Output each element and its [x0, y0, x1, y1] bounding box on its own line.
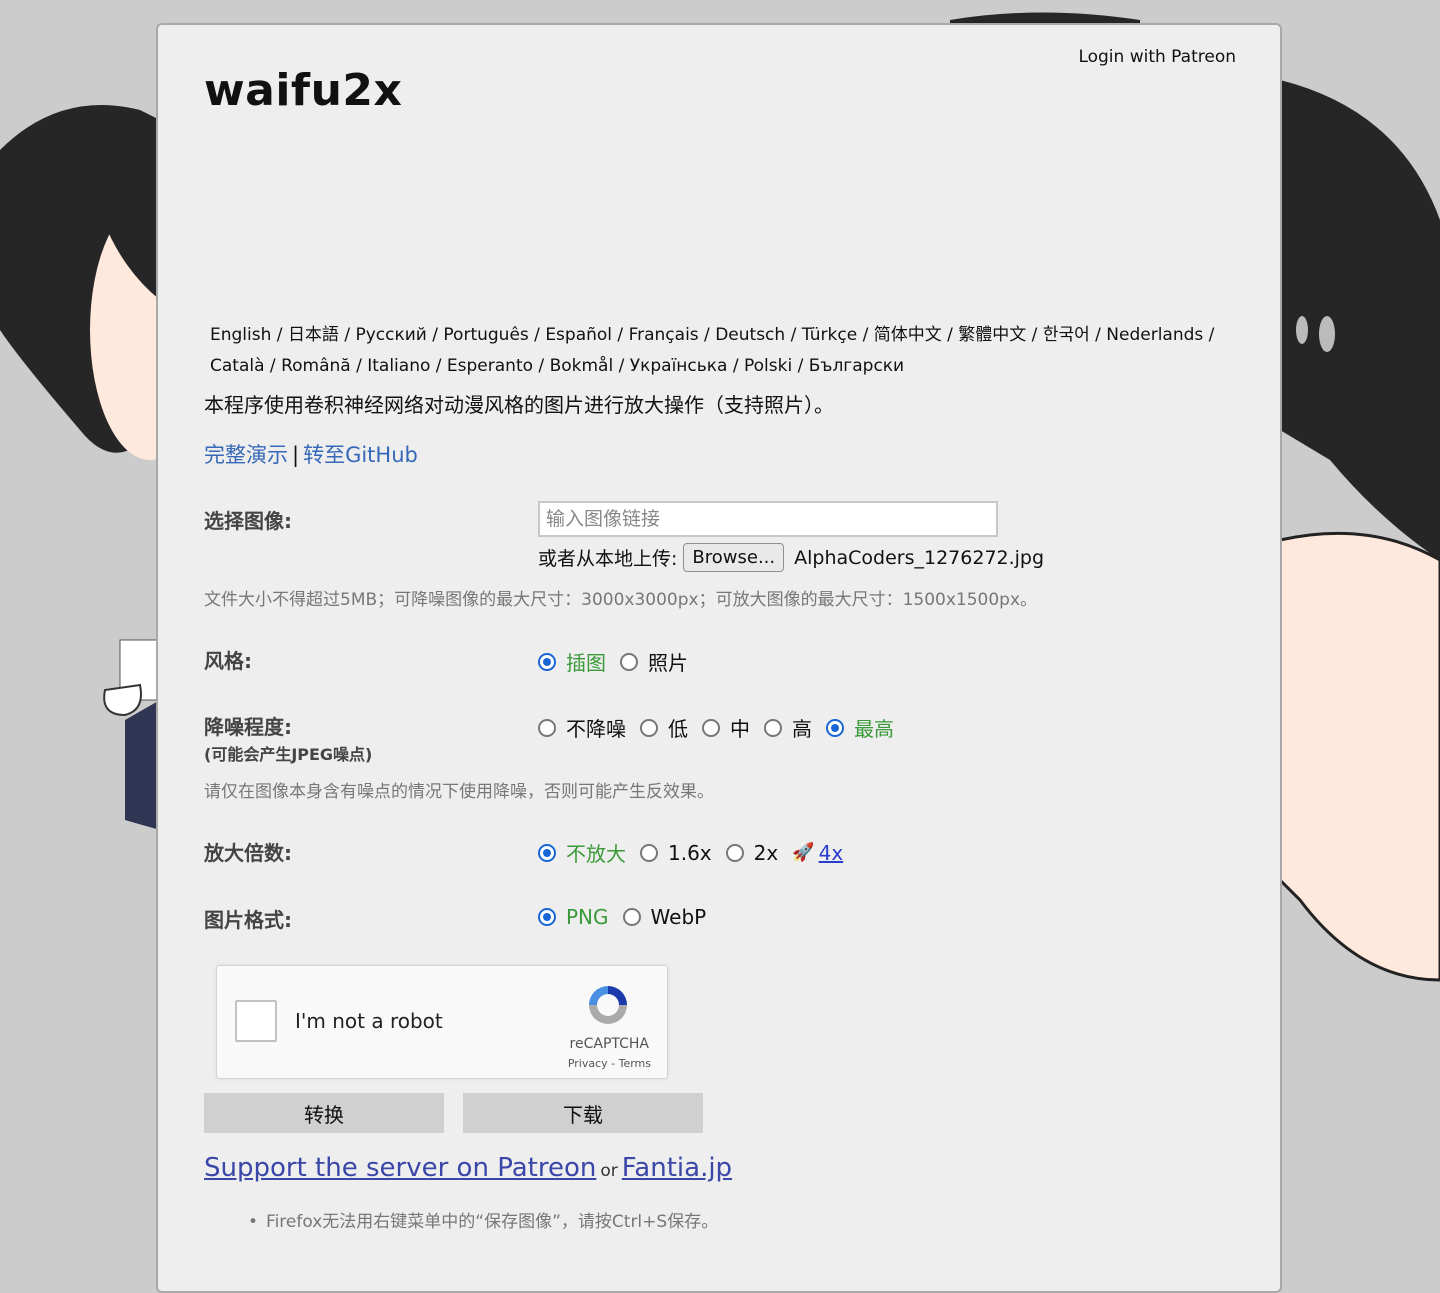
language-link[interactable]: Polski — [744, 356, 792, 376]
scale-label: 放大倍数: — [204, 841, 292, 865]
language-link[interactable]: Български — [809, 356, 904, 376]
noise-option-medium[interactable]: 中 — [702, 713, 750, 742]
language-link[interactable]: Türkçe — [802, 325, 857, 345]
radio-button[interactable] — [640, 843, 658, 862]
language-link[interactable]: 日本語 — [288, 325, 339, 345]
login-patreon-link[interactable]: Login with Patreon — [1078, 47, 1236, 67]
noise-option-high[interactable]: 高 — [764, 713, 812, 742]
language-link[interactable]: Deutsch — [715, 325, 785, 345]
noise-option-highest[interactable]: 最高 — [826, 713, 894, 742]
language-link[interactable]: Русский — [355, 325, 426, 345]
language-link[interactable]: 繁體中文 — [958, 325, 1026, 345]
image-url-input[interactable] — [538, 501, 998, 537]
radio-button[interactable] — [640, 718, 658, 737]
language-link[interactable]: Català — [210, 356, 265, 376]
format-options: PNG WebP — [538, 905, 720, 929]
language-link[interactable]: Nederlands — [1106, 325, 1203, 345]
format-option-png[interactable]: PNG — [538, 905, 609, 929]
browse-button[interactable]: Browse... — [683, 543, 785, 572]
scale-option-1-6x[interactable]: 1.6x — [640, 841, 712, 865]
scale-option-2x[interactable]: 2x — [725, 841, 778, 865]
language-link[interactable]: Esperanto — [447, 356, 533, 376]
language-link[interactable]: English — [210, 325, 271, 345]
format-option-webp[interactable]: WebP — [622, 905, 706, 929]
radio-button[interactable] — [622, 908, 641, 926]
recaptcha-brand: reCAPTCHA — [569, 1036, 649, 1052]
download-button[interactable]: 下载 — [463, 1093, 703, 1133]
full-demo-link[interactable]: 完整演示 — [204, 443, 288, 467]
style-option-photo[interactable]: 照片 — [620, 647, 688, 676]
selected-file-name: AlphaCoders_1276272.jpg — [794, 546, 1045, 569]
noise-options: 不降噪 低 中 高 最高 — [538, 713, 908, 742]
recaptcha-widget: I'm not a robot reCAPTCHA Privacy - Term… — [216, 965, 668, 1079]
recaptcha-terms-link[interactable]: Privacy - Terms — [568, 1057, 651, 1070]
noise-option-none[interactable]: 不降噪 — [538, 713, 626, 742]
language-link[interactable]: Italiano — [367, 356, 430, 376]
style-label: 风格: — [204, 649, 252, 673]
style-option-illustration[interactable]: 插图 — [538, 647, 606, 676]
scale-options: 不放大 1.6x 2x 🚀 4x — [538, 838, 857, 867]
firefox-tip: Firefox无法用右键菜单中的“保存图像”，请按Ctrl+S保存。 — [248, 1207, 718, 1232]
recaptcha-text: I'm not a robot — [295, 1009, 443, 1033]
language-link[interactable]: 한국어 — [1043, 325, 1090, 345]
noise-option-low[interactable]: 低 — [640, 713, 688, 742]
radio-button[interactable] — [826, 718, 844, 737]
language-link[interactable]: Français — [629, 325, 699, 345]
radio-button[interactable] — [538, 718, 556, 737]
rocket-icon: 🚀 — [792, 842, 815, 863]
scale-option-none[interactable]: 不放大 — [538, 838, 626, 867]
language-link[interactable]: Bokmål — [550, 356, 614, 376]
site-title: waifu2x — [204, 65, 403, 116]
radio-button[interactable] — [702, 718, 720, 737]
format-label: 图片格式: — [204, 908, 292, 932]
file-size-note: 文件大小不得超过5MB；可降噪图像的最大尺寸：3000x3000px；可放大图像… — [204, 590, 1038, 610]
convert-button[interactable]: 转换 — [204, 1093, 444, 1133]
support-or: or — [600, 1161, 618, 1181]
fantia-link[interactable]: Fantia.jp — [622, 1153, 732, 1183]
radio-button[interactable] — [725, 843, 744, 862]
language-selector: English / 日本語 / Русский / Português / Es… — [210, 325, 1215, 376]
link-separator: | — [292, 443, 300, 467]
radio-button[interactable] — [538, 843, 556, 862]
language-link[interactable]: Español — [545, 325, 612, 345]
recaptcha-logo-icon — [589, 986, 627, 1024]
noise-label: 降噪程度: — [204, 715, 292, 739]
scale-4x-link[interactable]: 🚀 4x — [792, 841, 843, 865]
top-links: 完整演示 | 转至GitHub — [204, 439, 418, 469]
radio-button[interactable] — [538, 652, 556, 671]
github-link[interactable]: 转至GitHub — [303, 443, 418, 467]
recaptcha-checkbox[interactable] — [235, 1000, 277, 1042]
site-description: 本程序使用卷积神经网络对动漫风格的图片进行放大操作（支持照片）。 — [204, 393, 834, 417]
language-link[interactable]: 简体中文 — [874, 325, 942, 345]
radio-button[interactable] — [764, 718, 782, 737]
radio-button[interactable] — [620, 652, 638, 671]
noise-note: 请仅在图像本身含有噪点的情况下使用降噪，否则可能产生反效果。 — [204, 782, 714, 802]
language-link[interactable]: Română — [281, 356, 351, 376]
file-upload-row: 或者从本地上传: Browse... AlphaCoders_1276272.j… — [538, 543, 1044, 572]
support-links: Support the server on Patreon or Fantia.jp — [204, 1153, 732, 1183]
language-link[interactable]: Português — [443, 325, 528, 345]
main-panel: Login with Patreon waifu2x English / 日本語… — [156, 23, 1282, 1293]
patreon-support-link[interactable]: Support the server on Patreon — [204, 1153, 596, 1183]
noise-sublabel: (可能会产生JPEG噪点) — [204, 745, 373, 764]
radio-button[interactable] — [538, 908, 556, 926]
style-options: 插图 照片 — [538, 647, 702, 676]
image-select-label: 选择图像: — [204, 509, 292, 533]
language-link[interactable]: Українська — [630, 356, 728, 376]
local-upload-label: 或者从本地上传: — [538, 548, 678, 570]
